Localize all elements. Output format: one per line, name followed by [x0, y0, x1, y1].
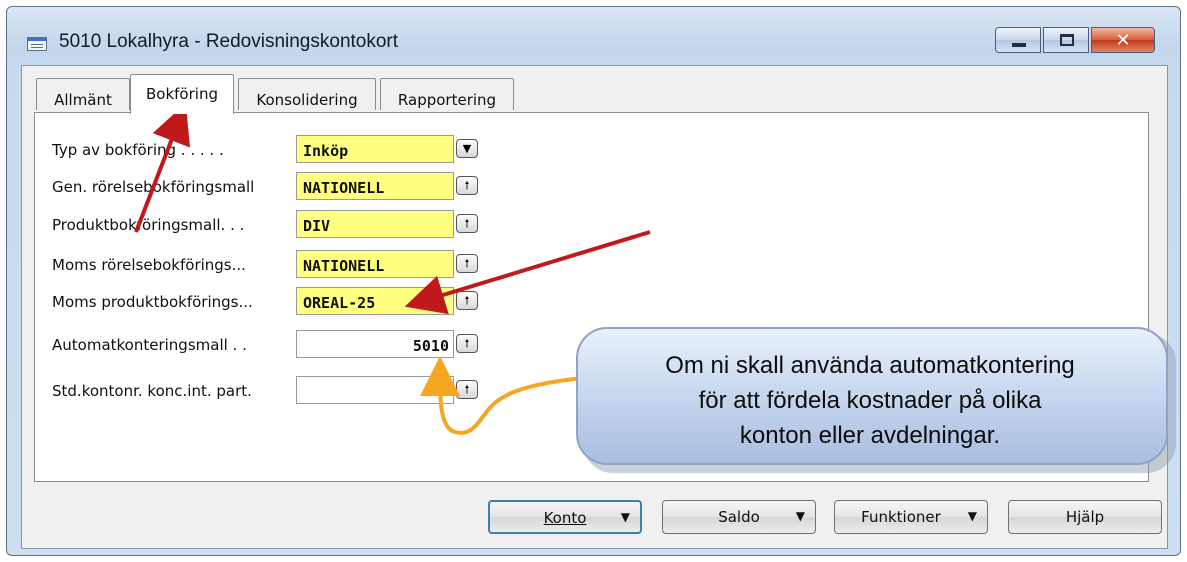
annotation-arrow-to-field: [404, 230, 651, 315]
tab-bokforing[interactable]: Bokföring: [130, 74, 234, 114]
callout-text: Om ni skall använda automatkontering för…: [590, 348, 1150, 453]
callout-line: för att fördela kostnader på olika: [698, 387, 1042, 414]
annotation-arrow-to-tab: [134, 103, 191, 233]
callout-line: Om ni skall använda automatkontering: [665, 352, 1075, 379]
annotation-arrow-to-automatkontering: [420, 356, 583, 435]
callout-line: konton eller avdelningar.: [739, 422, 1001, 449]
